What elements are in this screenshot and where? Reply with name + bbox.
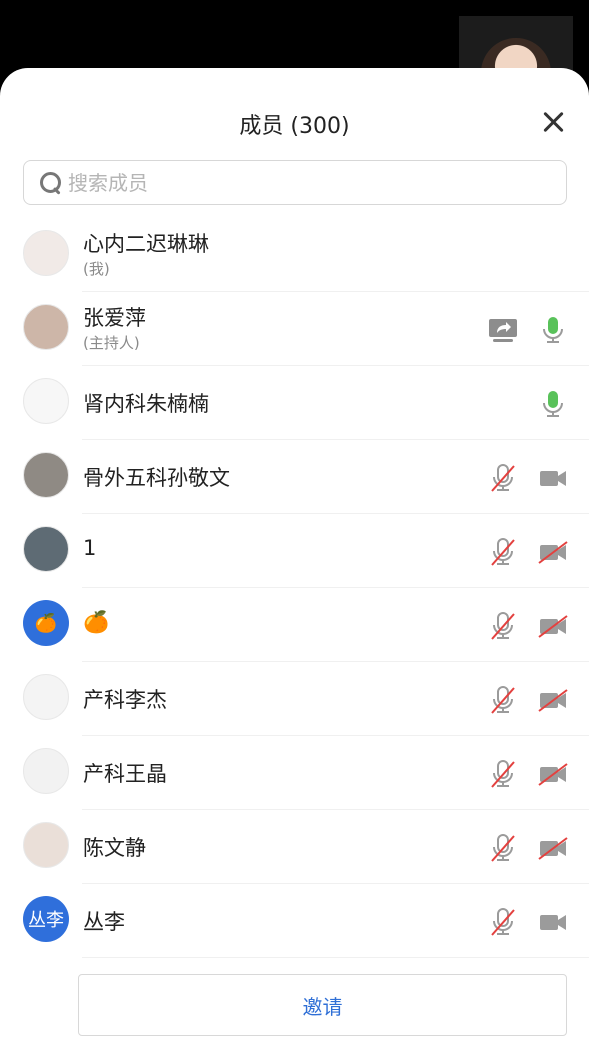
- search-box[interactable]: [23, 160, 567, 205]
- member-name: 陈文静: [83, 836, 146, 860]
- member-row[interactable]: 🍊 🍊: [23, 588, 589, 662]
- member-name: 产科王晶: [83, 762, 167, 786]
- member-name: 1: [83, 536, 97, 560]
- members-sheet: 成员 (300) 心内二迟琳琳 (我) 张爱萍 (主持人) 肾内科朱楠楠骨外五科孙敬文 1…: [0, 68, 589, 1048]
- member-avatar: 🍊: [23, 600, 69, 646]
- mic-muted-icon[interactable]: [487, 832, 519, 864]
- member-row[interactable]: 陈文静: [23, 810, 589, 884]
- mic-on-icon[interactable]: [537, 314, 569, 346]
- camera-off-icon[interactable]: [537, 610, 569, 642]
- member-row[interactable]: 丛李 丛李: [23, 884, 589, 958]
- camera-off-icon[interactable]: [537, 684, 569, 716]
- member-avatar: [23, 674, 69, 720]
- mic-muted-icon[interactable]: [487, 684, 519, 716]
- camera-on-icon[interactable]: [537, 462, 569, 494]
- member-row[interactable]: 肾内科朱楠楠: [23, 366, 589, 440]
- member-avatar: [23, 822, 69, 868]
- member-avatar: [23, 378, 69, 424]
- close-icon[interactable]: [541, 110, 565, 134]
- member-name: 张爱萍: [83, 306, 146, 330]
- member-avatar: [23, 452, 69, 498]
- member-role: (主持人): [83, 334, 140, 352]
- member-name: 肾内科朱楠楠: [83, 392, 209, 416]
- mic-muted-icon[interactable]: [487, 758, 519, 790]
- mic-muted-icon[interactable]: [487, 536, 519, 568]
- camera-off-icon[interactable]: [537, 832, 569, 864]
- mic-muted-icon[interactable]: [487, 906, 519, 938]
- member-row[interactable]: 心内二迟琳琳 (我): [23, 218, 589, 292]
- mic-muted-icon[interactable]: [487, 462, 519, 494]
- member-list: 心内二迟琳琳 (我) 张爱萍 (主持人) 肾内科朱楠楠 骨外五科孙敬文 1 🍊 🍊 产科李杰 产科王…: [0, 218, 589, 958]
- members-title: 成员 (300): [239, 114, 350, 139]
- search-icon: [38, 170, 64, 196]
- member-row[interactable]: 张爱萍 (主持人): [23, 292, 589, 366]
- screen-share-icon[interactable]: [487, 314, 519, 346]
- member-avatar: [23, 526, 69, 572]
- member-row[interactable]: 1: [23, 514, 589, 588]
- member-avatar: [23, 230, 69, 276]
- mic-muted-icon[interactable]: [487, 610, 519, 642]
- camera-off-icon[interactable]: [537, 536, 569, 568]
- member-name: 骨外五科孙敬文: [83, 466, 230, 490]
- member-name: 产科李杰: [83, 688, 167, 712]
- member-role: (我): [83, 260, 110, 278]
- member-avatar: 丛李: [23, 896, 69, 942]
- camera-off-icon[interactable]: [537, 758, 569, 790]
- member-row[interactable]: 产科王晶: [23, 736, 589, 810]
- member-row[interactable]: 骨外五科孙敬文: [23, 440, 589, 514]
- member-avatar: [23, 304, 69, 350]
- invite-button[interactable]: 邀请: [78, 974, 567, 1036]
- member-avatar: [23, 748, 69, 794]
- member-name: 丛李: [83, 910, 125, 934]
- search-input[interactable]: [68, 170, 538, 195]
- mic-on-icon[interactable]: [537, 388, 569, 420]
- member-name: 心内二迟琳琳: [83, 232, 209, 256]
- member-row[interactable]: 产科李杰: [23, 662, 589, 736]
- camera-on-icon[interactable]: [537, 906, 569, 938]
- member-name: 🍊: [83, 610, 110, 634]
